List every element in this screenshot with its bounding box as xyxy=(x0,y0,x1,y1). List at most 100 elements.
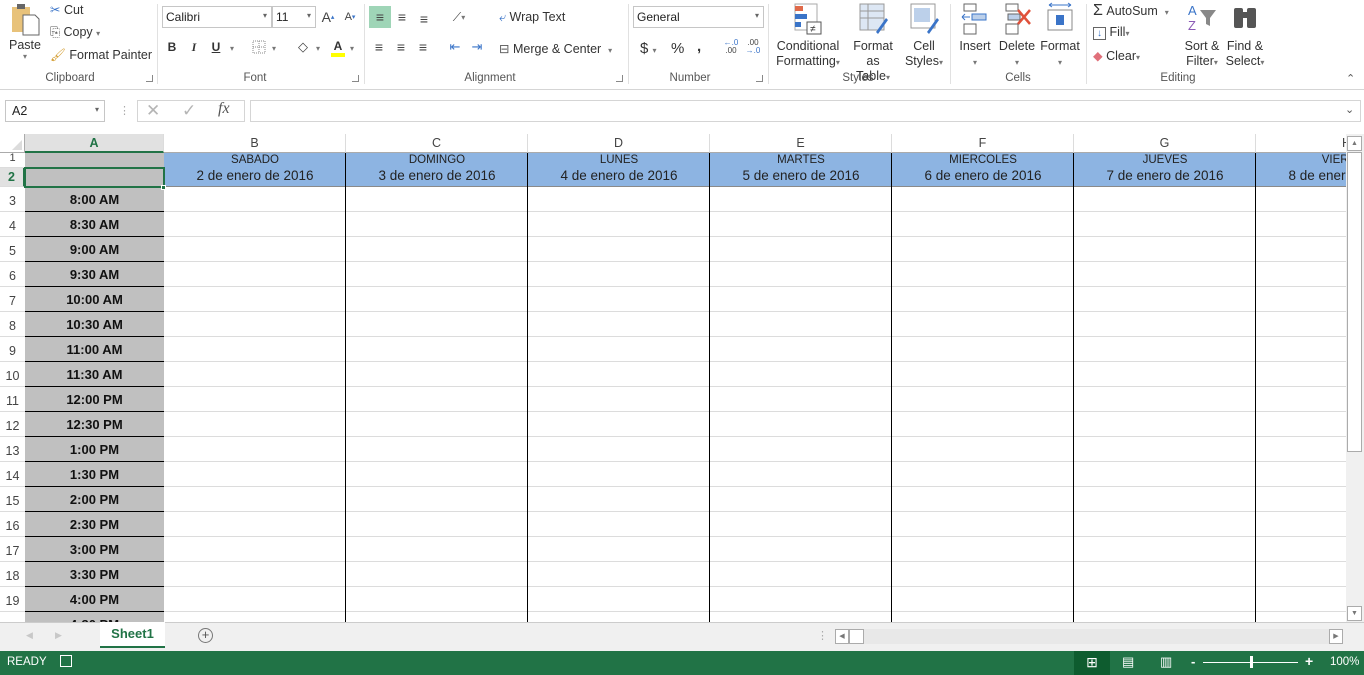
macro-record-icon[interactable] xyxy=(60,655,72,667)
conditional-formatting-button[interactable]: ≠ Conditional Formatting▾ xyxy=(772,2,844,68)
grid-cell[interactable] xyxy=(528,412,710,437)
day-header[interactable]: DOMINGO 3 de enero de 2016 xyxy=(346,153,528,187)
row-header-1[interactable]: 1 xyxy=(0,153,25,168)
font-name-combo[interactable]: Calibri ▾ xyxy=(162,6,272,28)
grid-cell[interactable] xyxy=(1074,262,1256,287)
grid-cell[interactable] xyxy=(710,287,892,312)
grid-cell[interactable] xyxy=(1074,212,1256,237)
fill-handle[interactable] xyxy=(161,185,166,190)
grid-cell[interactable] xyxy=(528,437,710,462)
grid-cell[interactable] xyxy=(1256,612,1346,622)
sort-filter-button[interactable]: AZ Sort & Filter▾ xyxy=(1182,2,1222,68)
italic-button[interactable]: I xyxy=(186,38,202,56)
column-header-a[interactable]: A xyxy=(25,134,164,153)
decrease-indent-icon[interactable]: ⇤ xyxy=(446,38,464,56)
font-size-combo[interactable]: 11 ▾ xyxy=(272,6,316,28)
time-slot-cell[interactable]: 11:30 AM xyxy=(25,362,164,387)
grid-cell[interactable] xyxy=(164,287,346,312)
grid-cell[interactable] xyxy=(1074,312,1256,337)
borders-icon[interactable] xyxy=(250,38,268,56)
time-slot-cell[interactable]: 12:00 PM xyxy=(25,387,164,412)
column-header-h[interactable]: H xyxy=(1256,134,1346,153)
day-header[interactable]: JUEVES 7 de enero de 2016 xyxy=(1074,153,1256,187)
grid-cell[interactable] xyxy=(892,562,1074,587)
grid-cell[interactable] xyxy=(1256,212,1346,237)
grid-cell[interactable] xyxy=(1074,512,1256,537)
grid-cell[interactable] xyxy=(1256,312,1346,337)
sheet-tab-sheet1[interactable]: Sheet1 xyxy=(100,622,165,648)
grid-cell[interactable] xyxy=(710,362,892,387)
name-box[interactable]: A2 ▾ xyxy=(5,100,105,122)
day-header[interactable]: MARTES 5 de enero de 2016 xyxy=(710,153,892,187)
grid-cell[interactable] xyxy=(710,612,892,622)
day-header[interactable]: VIERNES 8 de enero de 2016 xyxy=(1256,153,1346,187)
grid-cell[interactable] xyxy=(892,412,1074,437)
grid-cell[interactable] xyxy=(892,537,1074,562)
scroll-left-button[interactable]: ◀ xyxy=(835,629,849,644)
grid-cell[interactable] xyxy=(710,462,892,487)
grid-cell[interactable] xyxy=(528,187,710,212)
time-slot-cell[interactable]: 10:30 AM xyxy=(25,312,164,337)
format-painter-button[interactable]: 🖌 Format Painter xyxy=(50,48,152,63)
time-slot-cell[interactable]: 1:30 PM xyxy=(25,462,164,487)
grid-cell[interactable] xyxy=(1074,412,1256,437)
grid-cell[interactable] xyxy=(346,412,528,437)
time-slot-cell[interactable]: 11:00 AM xyxy=(25,337,164,362)
autosum-button[interactable]: Σ AutoSum ▾ xyxy=(1093,2,1169,20)
grid-cell[interactable] xyxy=(164,387,346,412)
grid-cell[interactable] xyxy=(1256,387,1346,412)
column-header-e[interactable]: E xyxy=(710,134,892,153)
new-sheet-button[interactable]: + xyxy=(198,628,213,643)
grid-cell[interactable] xyxy=(528,537,710,562)
format-button[interactable]: Format ▾ xyxy=(1038,2,1082,68)
column-header-d[interactable]: D xyxy=(528,134,710,153)
grid-cell[interactable] xyxy=(1074,287,1256,312)
grid-cell[interactable] xyxy=(892,187,1074,212)
comma-button[interactable]: , xyxy=(697,38,701,55)
time-slot-cell[interactable]: 1:00 PM xyxy=(25,437,164,462)
percent-button[interactable]: % xyxy=(671,40,684,57)
grid-cell[interactable] xyxy=(346,512,528,537)
align-left-icon[interactable]: ≡ xyxy=(371,38,387,56)
grid-cell[interactable] xyxy=(710,262,892,287)
grid-cell[interactable] xyxy=(346,212,528,237)
grid-cell[interactable] xyxy=(710,337,892,362)
increase-indent-icon[interactable]: ⇥ xyxy=(468,38,486,56)
vertical-scrollbar[interactable]: ▲ ▼ xyxy=(1346,134,1364,622)
grid-cell[interactable] xyxy=(528,262,710,287)
row-header-18[interactable]: 18 xyxy=(0,562,25,587)
grid-cell[interactable] xyxy=(1256,562,1346,587)
scroll-down-button[interactable]: ▼ xyxy=(1347,606,1362,621)
align-middle-icon[interactable]: ≡ xyxy=(393,6,411,28)
grid-cell[interactable] xyxy=(892,362,1074,387)
grid-cell[interactable] xyxy=(346,612,528,622)
grid-cell[interactable] xyxy=(1074,337,1256,362)
decrease-font-icon[interactable]: A ▾ xyxy=(342,8,358,26)
grid-cell[interactable] xyxy=(1256,462,1346,487)
row-header-11[interactable]: 11 xyxy=(0,387,25,412)
grid-cell[interactable] xyxy=(164,512,346,537)
grid-cell[interactable] xyxy=(892,587,1074,612)
grid-cell[interactable] xyxy=(346,537,528,562)
scroll-up-button[interactable]: ▲ xyxy=(1347,136,1362,151)
next-sheet-icon[interactable]: ▶ xyxy=(55,630,62,641)
row-header-9[interactable]: 9 xyxy=(0,337,25,362)
increase-decimal-icon[interactable]: ←.0.00 xyxy=(721,38,741,56)
grid-cell[interactable] xyxy=(892,487,1074,512)
grid-cell[interactable] xyxy=(892,312,1074,337)
time-slot-cell[interactable]: 10:00 AM xyxy=(25,287,164,312)
cut-button[interactable]: ✂ Cut xyxy=(50,2,83,17)
grid-cell[interactable] xyxy=(892,237,1074,262)
time-slot-cell[interactable]: 8:00 AM xyxy=(25,187,164,212)
row-header-8[interactable]: 8 xyxy=(0,312,25,337)
grid-cell[interactable] xyxy=(710,237,892,262)
grid-cell[interactable] xyxy=(1256,287,1346,312)
horizontal-scrollbar[interactable]: ◀ ▶ xyxy=(835,629,1343,644)
copy-button[interactable]: ⎘ Copy ▾ xyxy=(50,25,100,40)
grid-cell[interactable] xyxy=(1256,237,1346,262)
grid-cell[interactable] xyxy=(892,512,1074,537)
grid-cell[interactable] xyxy=(528,237,710,262)
grid-cell[interactable] xyxy=(528,487,710,512)
time-slot-cell[interactable]: 12:30 PM xyxy=(25,412,164,437)
align-top-icon[interactable]: ≡ xyxy=(369,6,391,28)
